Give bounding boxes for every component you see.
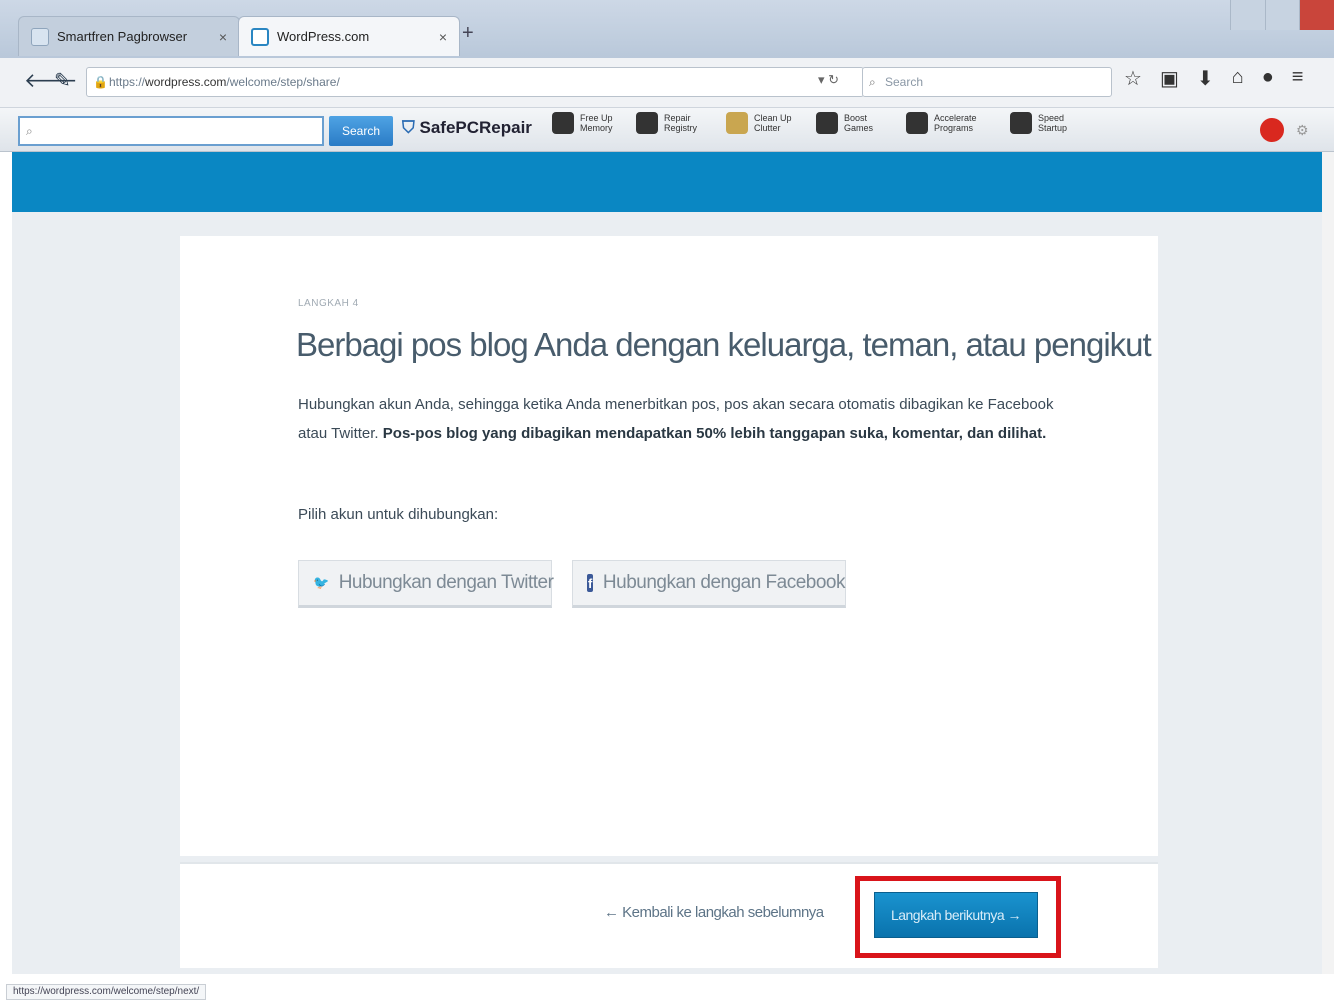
window-controls (1230, 0, 1334, 30)
connect-twitter-button[interactable]: 🐦 Hubungkan dengan Twitter (298, 560, 554, 608)
url-bar[interactable]: 🔒 https://wordpress.com/welcome/step/sha… (86, 67, 864, 97)
description-bold: Pos-pos blog yang dibagikan mendapatkan … (382, 425, 1047, 442)
close-icon[interactable]: × (439, 29, 447, 45)
tab-label: Smartfren Pagbrowser (57, 29, 188, 44)
brand-label: SafePCRepair (419, 118, 532, 137)
choose-account-label: Pilih akun untuk dihubungkan: (298, 506, 499, 523)
tab-wordpress[interactable]: WordPress.com × (238, 16, 460, 56)
toolbar-item-startup[interactable]: Speed Startup (1010, 112, 1082, 134)
startup-icon (1010, 112, 1032, 134)
bookmarks-icon[interactable]: ▣ (1160, 66, 1179, 91)
step-label: LANGKAH 4 (298, 298, 359, 309)
next-step-button[interactable]: Langkah berikutnya → (874, 892, 1038, 938)
toolbar-item-games[interactable]: Boost Games (816, 112, 888, 134)
wordpress-header-bar (12, 152, 1322, 212)
tab-label: WordPress.com (277, 29, 370, 44)
toolbar-item-programs[interactable]: Accelerate Programs (906, 112, 978, 134)
url-path: /welcome/step/share/ (226, 75, 340, 89)
maximize-button[interactable] (1264, 0, 1300, 30)
tab-favicon-icon (31, 27, 49, 46)
tools-icon[interactable]: ✎ (54, 68, 71, 93)
window-close-button[interactable] (1299, 0, 1334, 30)
registry-icon (636, 112, 658, 134)
bookmark-star-icon[interactable]: ☆ (1124, 66, 1142, 91)
toolbar-item-label: Repair Registry (664, 113, 698, 133)
twitter-button-label: Hubungkan dengan Twitter (338, 572, 554, 593)
toolbar-item-clutter[interactable]: Clean Up Clutter (726, 112, 798, 134)
facebook-button-label: Hubungkan dengan Facebook (602, 572, 846, 593)
new-tab-button[interactable]: + (462, 22, 474, 45)
menu-icon[interactable]: ≡ (1292, 66, 1304, 91)
addon-settings-icon[interactable]: ⚙ (1296, 122, 1309, 139)
wordpress-favicon-icon (251, 27, 269, 46)
safepcrepair-logo[interactable]: ⛉ SafePCRepair (402, 118, 532, 138)
chat-icon[interactable]: ● (1262, 66, 1274, 91)
tab-bar: Smartfren Pagbrowser × WordPress.com × + (0, 0, 1334, 58)
facebook-icon: f (587, 574, 593, 592)
toolbar-item-registry[interactable]: Repair Registry (636, 112, 708, 134)
lock-icon: 🔒 (93, 75, 108, 89)
download-icon[interactable]: ⬇ (1197, 66, 1214, 91)
minimize-button[interactable] (1230, 0, 1265, 30)
twitter-icon: 🐦 (313, 575, 329, 590)
scrollbar[interactable] (1322, 152, 1334, 974)
connect-facebook-button[interactable]: f Hubungkan dengan Facebook (572, 560, 846, 608)
toolbar-search-input[interactable]: ⌕ (18, 116, 324, 146)
gamepad-icon (816, 112, 838, 134)
home-icon[interactable]: ⌂ (1232, 66, 1244, 91)
addon-red-icon[interactable] (1260, 118, 1284, 142)
toolbar-item-label: Clean Up Clutter (754, 113, 792, 133)
tab-smartfren[interactable]: Smartfren Pagbrowser × (18, 16, 240, 56)
toolbar-item-label: Speed Startup (1038, 113, 1068, 133)
reload-icon[interactable]: ▾ ↻ (818, 72, 839, 88)
toolbar-item-label: Boost Games (844, 113, 874, 133)
toolbar-search-button[interactable]: Search (329, 116, 393, 146)
broom-icon (726, 112, 748, 134)
toolbar-item-label: Accelerate Programs (934, 113, 977, 133)
browser-toolbar-icons: ☆ ▣ ⬇ ⌂ ● ≡ (1124, 66, 1303, 91)
search-placeholder: Search (885, 75, 924, 89)
memory-icon (552, 112, 574, 134)
description: Hubungkan akun Anda, sehingga ketika And… (298, 390, 1058, 448)
back-link[interactable]: ← Kembali ke langkah sebelumnya (604, 904, 824, 921)
close-icon[interactable]: × (219, 29, 227, 45)
url-domain: wordpress.com (145, 75, 227, 89)
browser-search-input[interactable]: ⌕ Search (862, 67, 1112, 97)
toolbar-item-label: Free Up Memory (580, 113, 613, 133)
search-icon: ⌕ (869, 75, 876, 89)
url-prefix: https:// (109, 75, 146, 89)
page-title: Berbagi pos blog Anda dengan keluarga, t… (296, 326, 1152, 363)
programs-icon (906, 112, 928, 134)
status-url: https://wordpress.com/welcome/step/next/ (6, 984, 207, 1000)
toolbar-item-memory[interactable]: Free Up Memory (552, 112, 624, 134)
shield-icon: ⛉ (402, 118, 415, 137)
